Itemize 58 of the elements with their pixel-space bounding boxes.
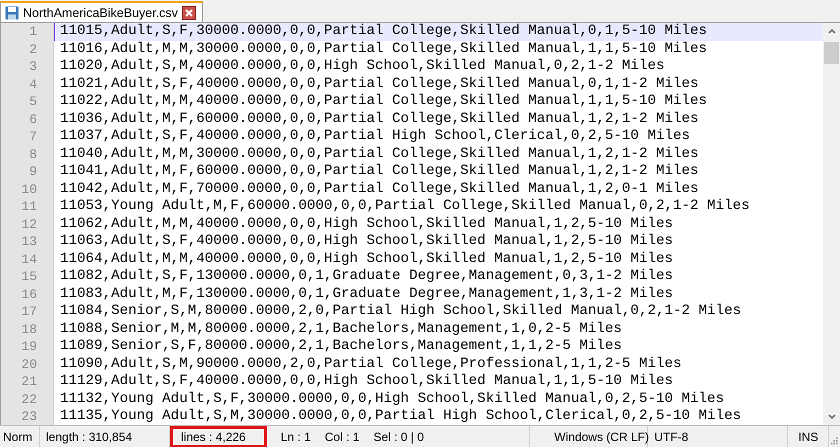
file-tab[interactable]: NorthAmericaBikeBuyer.csv — [0, 1, 203, 22]
line-number: 23 — [20, 408, 38, 426]
code-line: 11082,Adult,S,F,130000.0000,0,1,Graduate Degree,Management,0,3,1-2 Miles — [59, 268, 674, 286]
line-number: 3 — [28, 58, 38, 76]
line-number: 6 — [28, 110, 38, 128]
code-line: 11083,Adult,M,F,130000.0000,0,1,Graduate Degree,Management,1,3,1-2 Miles — [59, 286, 674, 303]
line-number: 5 — [28, 93, 38, 110]
close-icon[interactable] — [182, 6, 196, 20]
line-number: 11 — [20, 198, 38, 216]
line-number: 20 — [20, 356, 38, 373]
line-number: 15 — [20, 268, 38, 286]
line-number: 4 — [28, 76, 38, 93]
status-field: Norm — [0, 426, 40, 447]
line-number: 7 — [28, 128, 38, 146]
line-number: 10 — [20, 180, 38, 198]
status-field: Windows (CR LF) — [530, 426, 648, 447]
line-number: 19 — [20, 338, 38, 356]
code-line: 11132,Young Adult,S,F,30000.0000,0,0,High School,Skilled Manual,0,2,5-10 Miles — [59, 390, 726, 408]
line-number: 1 — [28, 23, 38, 40]
code-line: 11041,Adult,M,F,60000.0000,0,0,Partial College,Skilled Manual,1,2,1-2 Miles — [59, 163, 700, 180]
code-line: 11088,Senior,M,M,80000.0000,2,1,Bachelors,Management,1,0,2-5 Miles — [59, 320, 623, 338]
line-number: 8 — [28, 146, 38, 163]
scrollbar-thumb[interactable] — [824, 42, 839, 64]
code-line: 11042,Adult,M,F,70000.0000,0,0,Partial College,Skilled Manual,1,2,0-1 Miles — [59, 180, 700, 198]
line-number: 9 — [28, 163, 38, 180]
status-field: Col : 1 — [324, 430, 360, 444]
resize-grip-icon[interactable] — [829, 435, 838, 445]
code-line: 11135,Young Adult,S,M,30000.0000,0,0,Partial High School,Clerical,0,2,5-10 Miles — [59, 408, 742, 426]
code-line: 11021,Adult,S,F,40000.0000,0,0,Partial College,Skilled Manual,0,1,1-2 Miles — [59, 76, 700, 93]
status-field: INS — [788, 426, 830, 447]
code-line: 11084,Senior,S,M,80000.0000,2,0,Partial High School,Skilled Manual,0,2,1-2 Miles — [59, 303, 742, 320]
code-line: 11040,Adult,M,M,30000.0000,0,0,Partial College,Skilled Manual,1,2,1-2 Miles — [59, 146, 700, 163]
line-number: 14 — [20, 250, 38, 268]
code-line: 11022,Adult,M,M,40000.0000,0,0,Partial College,Skilled Manual,1,1,5-10 Miles — [59, 93, 708, 110]
status-field: Ln : 1 — [280, 430, 311, 444]
code-line: 11062,Adult,M,M,40000.0000,0,0,High School,Skilled Manual,1,2,5-10 Miles — [59, 216, 674, 233]
line-number: 2 — [28, 40, 38, 58]
code-line: 11129,Adult,S,F,40000.0000,0,0,High School,Skilled Manual,1,1,5-10 Miles — [59, 373, 674, 390]
status-field: length : 310,854 — [40, 426, 170, 447]
code-line: 11089,Senior,S,F,80000.0000,2,1,Bachelors,Management,1,1,2-5 Miles — [59, 338, 623, 356]
code-line: 11090,Adult,S,M,90000.0000,2,0,Partial College,Professional,1,1,2-5 Miles — [59, 356, 683, 373]
line-number: 13 — [20, 233, 38, 250]
line-number: 22 — [20, 390, 38, 408]
code-line: 11063,Adult,S,F,40000.0000,0,0,High School,Skilled Manual,1,2,5-10 Miles — [59, 233, 674, 250]
status-field: Sel : 0 | 0 — [373, 430, 424, 444]
line-number: 21 — [20, 373, 38, 390]
code-line: 11037,Adult,S,F,40000.0000,0,0,Partial High School,Clerical,0,2,5-10 Miles — [59, 128, 692, 146]
code-line: 11036,Adult,M,F,60000.0000,0,0,Partial College,Skilled Manual,1,2,1-2 Miles — [59, 110, 700, 128]
line-number: 17 — [20, 303, 38, 320]
line-number: 12 — [20, 216, 38, 233]
line-number: 16 — [20, 286, 38, 303]
status-field: lines : 4,226 — [170, 426, 267, 447]
code-line: 11064,Adult,M,M,40000.0000,0,0,High School,Skilled Manual,1,2,5-10 Miles — [59, 250, 674, 268]
status-field: UTF-8 — [648, 426, 788, 447]
code-line: 11053,Young Adult,M,F,60000.0000,0,0,Partial College,Skilled Manual,0,2,1-2 Miles — [59, 198, 751, 216]
line-number: 18 — [20, 320, 38, 338]
code-line: 11016,Adult,M,M,30000.0000,0,0,Partial College,Skilled Manual,1,1,5-10 Miles — [59, 40, 708, 58]
code-line: 11020,Adult,S,M,40000.0000,0,0,High School,Skilled Manual,0,2,1-2 Miles — [59, 58, 666, 76]
